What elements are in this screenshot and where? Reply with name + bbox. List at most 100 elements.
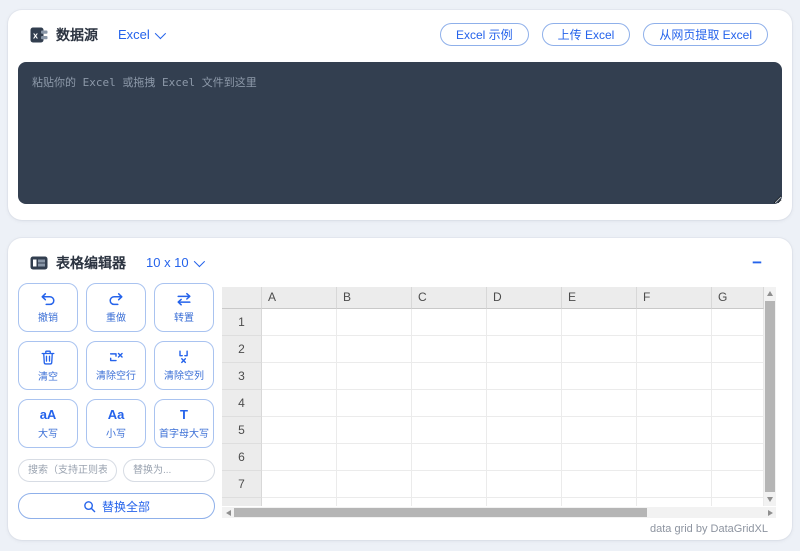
- column-header-d[interactable]: D: [487, 287, 562, 309]
- grid-cell[interactable]: [337, 498, 412, 506]
- grid-cell[interactable]: [562, 363, 637, 390]
- grid-cell[interactable]: [562, 390, 637, 417]
- grid-cell[interactable]: [637, 444, 712, 471]
- grid-cell[interactable]: [712, 417, 764, 444]
- grid-cell[interactable]: [337, 390, 412, 417]
- lowercase-button[interactable]: Aa 小写: [86, 399, 146, 448]
- replace-input[interactable]: [123, 459, 215, 482]
- grid-cell[interactable]: [337, 417, 412, 444]
- grid-cell[interactable]: [337, 309, 412, 336]
- grid-cell[interactable]: [412, 471, 487, 498]
- grid-cell[interactable]: [262, 471, 337, 498]
- grid-cell[interactable]: [562, 309, 637, 336]
- scroll-right-icon[interactable]: [764, 510, 776, 516]
- horizontal-scrollbar[interactable]: [222, 507, 776, 518]
- grid-cell[interactable]: [712, 444, 764, 471]
- row-header-5[interactable]: 5: [222, 417, 262, 444]
- grid-cell[interactable]: [487, 471, 562, 498]
- grid-cell[interactable]: [337, 336, 412, 363]
- redo-button[interactable]: 重做: [86, 283, 146, 332]
- vertical-scrollbar[interactable]: [764, 287, 776, 506]
- grid-cell[interactable]: [712, 390, 764, 417]
- column-header-g[interactable]: G: [712, 287, 764, 309]
- grid-cell[interactable]: [262, 444, 337, 471]
- row-header-8[interactable]: 8: [222, 498, 262, 506]
- grid-cell[interactable]: [562, 336, 637, 363]
- grid-cell[interactable]: [412, 390, 487, 417]
- grid-cell[interactable]: [412, 417, 487, 444]
- vertical-scroll-thumb[interactable]: [765, 301, 775, 492]
- excel-paste-textarea[interactable]: [18, 62, 782, 204]
- row-header-2[interactable]: 2: [222, 336, 262, 363]
- row-header-7[interactable]: 7: [222, 471, 262, 498]
- grid-cell[interactable]: [412, 498, 487, 506]
- excel-sample-button[interactable]: Excel 示例: [440, 23, 529, 46]
- upload-excel-button[interactable]: 上传 Excel: [542, 23, 631, 46]
- table-editor-title: 表格编辑器: [56, 253, 126, 273]
- transpose-button[interactable]: 转置: [154, 283, 214, 332]
- undo-button[interactable]: 撤销: [18, 283, 78, 332]
- column-header-a[interactable]: A: [262, 287, 337, 309]
- grid-cell[interactable]: [712, 498, 764, 506]
- row-header-6[interactable]: 6: [222, 444, 262, 471]
- grid-cell[interactable]: [712, 363, 764, 390]
- grid-cell[interactable]: [562, 444, 637, 471]
- grid-cell[interactable]: [487, 498, 562, 506]
- grid-cell[interactable]: [637, 390, 712, 417]
- grid-cell[interactable]: [712, 309, 764, 336]
- row-header-3[interactable]: 3: [222, 363, 262, 390]
- datasource-type-dropdown[interactable]: Excel: [118, 27, 163, 42]
- column-header-c[interactable]: C: [412, 287, 487, 309]
- grid-cell[interactable]: [637, 363, 712, 390]
- grid-cell[interactable]: [412, 336, 487, 363]
- column-header-e[interactable]: E: [562, 287, 637, 309]
- grid-cell[interactable]: [637, 498, 712, 506]
- grid-cell[interactable]: [262, 309, 337, 336]
- grid-cell[interactable]: [487, 444, 562, 471]
- grid-cell[interactable]: [412, 309, 487, 336]
- row-header-4[interactable]: 4: [222, 390, 262, 417]
- search-input[interactable]: [18, 459, 117, 482]
- collapse-panel-button[interactable]: −: [752, 256, 762, 270]
- scroll-left-icon[interactable]: [222, 510, 234, 516]
- replace-all-button[interactable]: 替换全部: [18, 493, 215, 519]
- grid-cell[interactable]: [562, 498, 637, 506]
- row-header-1[interactable]: 1: [222, 309, 262, 336]
- grid-cell[interactable]: [487, 336, 562, 363]
- grid-cell[interactable]: [712, 336, 764, 363]
- grid-cell[interactable]: [562, 471, 637, 498]
- grid-cell[interactable]: [337, 363, 412, 390]
- grid-cell[interactable]: [487, 363, 562, 390]
- grid-cell[interactable]: [262, 417, 337, 444]
- clear-button[interactable]: 清空: [18, 341, 78, 390]
- grid-cell[interactable]: [562, 417, 637, 444]
- scroll-up-icon[interactable]: [764, 287, 776, 300]
- grid-cell[interactable]: [487, 417, 562, 444]
- grid-cell[interactable]: [637, 309, 712, 336]
- uppercase-button[interactable]: aA 大写: [18, 399, 78, 448]
- capitalize-button[interactable]: T 首字母大写: [154, 399, 214, 448]
- grid-cell[interactable]: [487, 390, 562, 417]
- horizontal-scroll-thumb[interactable]: [234, 508, 647, 517]
- grid-cell[interactable]: [487, 309, 562, 336]
- grid-cell[interactable]: [637, 417, 712, 444]
- grid-cell[interactable]: [337, 444, 412, 471]
- grid-cell[interactable]: [262, 498, 337, 506]
- extract-from-web-button[interactable]: 从网页提取 Excel: [643, 23, 768, 46]
- grid-cell[interactable]: [412, 363, 487, 390]
- remove-empty-cols-button[interactable]: 清除空列: [154, 341, 214, 390]
- grid-cell[interactable]: [262, 336, 337, 363]
- remove-empty-rows-button[interactable]: 清除空行: [86, 341, 146, 390]
- grid-cell[interactable]: [637, 336, 712, 363]
- grid-size-dropdown[interactable]: 10 x 10: [146, 255, 202, 270]
- grid-cell[interactable]: [412, 444, 487, 471]
- column-header-f[interactable]: F: [637, 287, 712, 309]
- grid-corner-cell[interactable]: [222, 287, 262, 309]
- grid-cell[interactable]: [262, 390, 337, 417]
- grid-cell[interactable]: [262, 363, 337, 390]
- grid-cell[interactable]: [337, 471, 412, 498]
- scroll-down-icon[interactable]: [764, 493, 776, 506]
- grid-cell[interactable]: [637, 471, 712, 498]
- grid-cell[interactable]: [712, 471, 764, 498]
- column-header-b[interactable]: B: [337, 287, 412, 309]
